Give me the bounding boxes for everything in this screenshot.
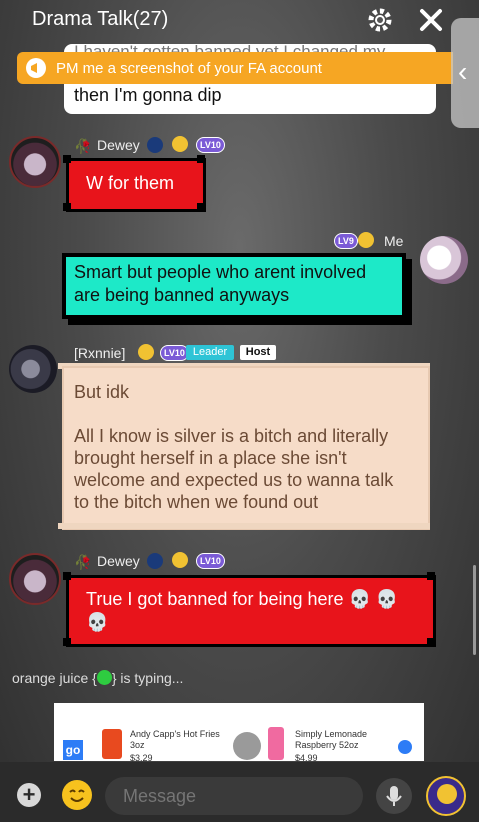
announcement-text: PM me a screenshot of your FA account [56, 60, 322, 77]
ad-product-name: Andy Capp's Hot Fries [130, 729, 220, 739]
side-panel-handle[interactable]: ‹ [451, 18, 479, 128]
message-line: welcome and expected us to wanna talk [74, 470, 394, 490]
globe-badge-icon [147, 553, 163, 569]
author-name[interactable]: Dewey [97, 137, 140, 153]
gear-icon[interactable] [366, 6, 394, 34]
message-text: 💀 [86, 612, 109, 632]
chevron-left-icon: ‹ [458, 56, 468, 87]
plus-icon[interactable]: + [17, 783, 41, 807]
ad-arrow-icon[interactable] [398, 740, 412, 754]
chat-title: Drama Talk(27) [32, 8, 169, 30]
previous-message-text: then I'm gonna dip [74, 85, 222, 105]
level-badge: LV10 [196, 137, 225, 153]
avatar[interactable] [9, 553, 61, 605]
rose-icon: 🥀 [74, 138, 92, 154]
author-name[interactable]: Me [384, 233, 403, 249]
host-tag: Host [240, 345, 276, 360]
globe-badge-icon [147, 137, 163, 153]
message-bubble [66, 575, 436, 647]
gold-badge-icon [172, 552, 188, 568]
author-name[interactable]: [Rxnnie] [74, 345, 125, 361]
gold-badge-icon [172, 136, 188, 152]
megaphone-icon [26, 58, 46, 78]
message-line: All I know is silver is a bitch and lite… [74, 426, 389, 446]
message-text: W for them [86, 173, 175, 193]
gold-badge-icon [358, 232, 374, 248]
chat-header: Drama Talk(27) [0, 0, 479, 40]
avatar[interactable] [420, 236, 468, 284]
product-image [102, 729, 122, 759]
message-text: Smart but people who arent involved are … [74, 262, 367, 305]
typing-suffix: } is typing... [111, 670, 184, 686]
avatar[interactable] [9, 136, 61, 188]
go-logo: go [63, 740, 83, 760]
ad-product-size: Raspberry 52oz [295, 740, 359, 750]
gold-badge-icon [138, 344, 154, 360]
message-line: But idk [74, 382, 130, 402]
close-icon[interactable] [417, 6, 445, 34]
typing-indicator: orange juice { } is typing... [12, 670, 183, 686]
level-badge: LV9 [334, 233, 358, 249]
level-badge: LV10 [196, 553, 225, 569]
level-badge: LV10 [160, 345, 189, 361]
emoji-icon[interactable] [62, 780, 92, 810]
ad-product-size: 3oz [130, 740, 145, 750]
rose-icon: 🥀 [74, 554, 92, 570]
coin-icon[interactable] [426, 776, 466, 816]
ad-product-name: Simply Lemonade [295, 729, 368, 739]
avatar[interactable] [9, 345, 57, 393]
product-image [268, 727, 284, 760]
ad-overlay-icon [233, 732, 261, 760]
message-text: True I got banned for being here 💀 💀 [86, 589, 399, 609]
message-line: to the bitch when we found out [74, 492, 319, 512]
leader-tag: Leader [186, 345, 234, 360]
author-name[interactable]: Dewey [97, 553, 140, 569]
green-dot-icon [96, 670, 112, 685]
message-line: brought herself in a place she isn't [74, 448, 347, 468]
typing-user: orange juice { [12, 670, 97, 686]
message-input[interactable] [105, 777, 363, 815]
scrollbar[interactable] [473, 565, 476, 655]
microphone-icon[interactable] [376, 778, 412, 814]
